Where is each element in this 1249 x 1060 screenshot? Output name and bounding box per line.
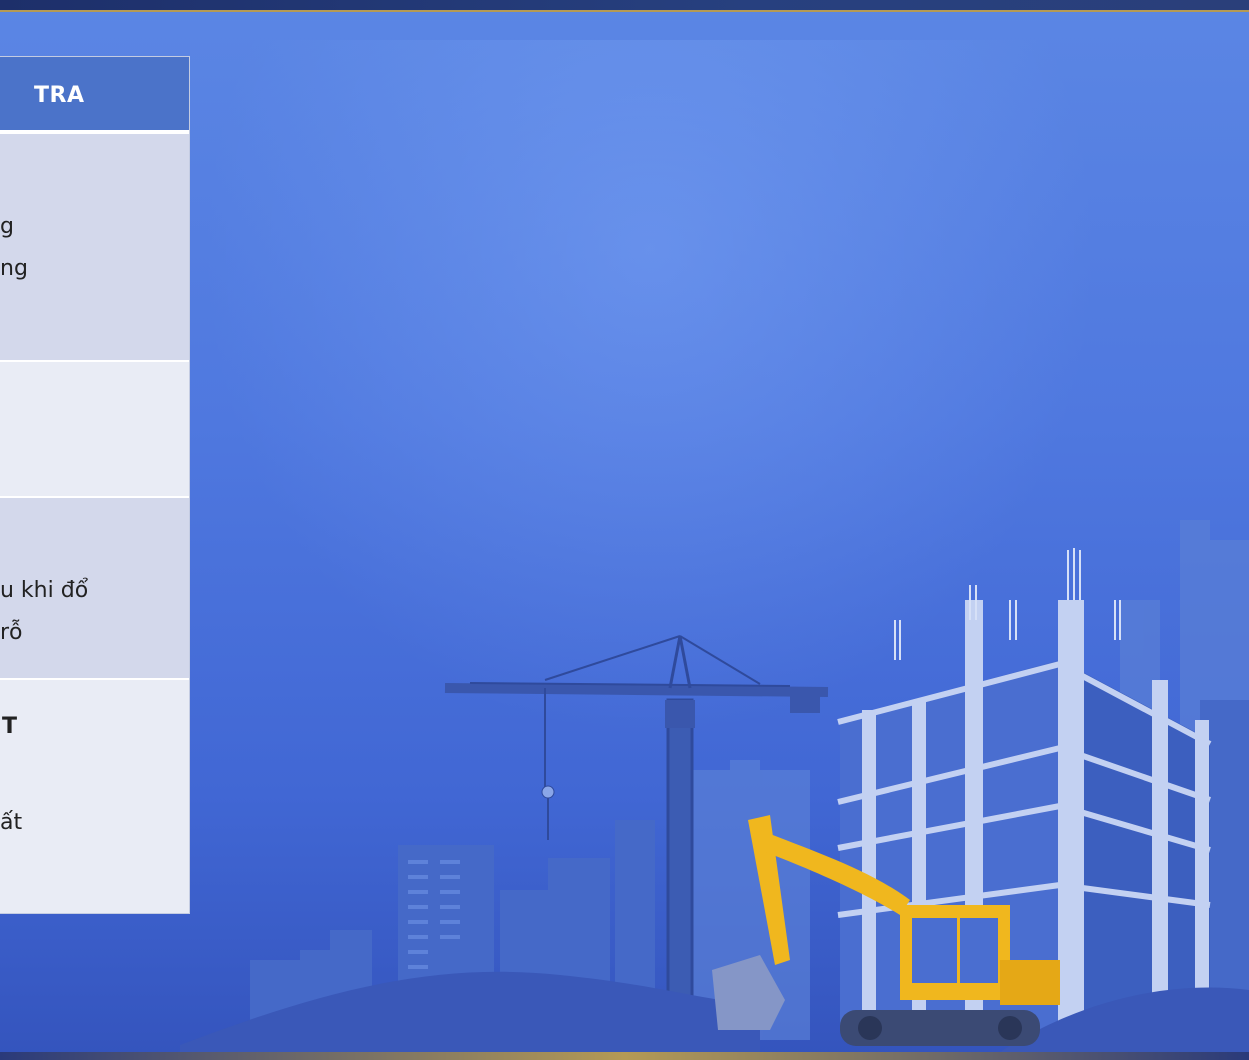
table-row: u khi đổ rỗ [0, 498, 189, 680]
inspection-table: TRA g ng u khi đổ rỗ T ất [0, 56, 190, 914]
table-header-label: TRA [34, 83, 85, 108]
row-text-line: rỗ [0, 620, 23, 645]
bottom-border-bar [0, 1052, 1249, 1060]
table-row [0, 362, 189, 498]
table-header: TRA [0, 57, 189, 134]
row-text-line: ng [0, 256, 28, 281]
row-text-line: T [2, 714, 18, 739]
row-text-line: g [0, 214, 14, 239]
table-row: g ng [0, 134, 189, 362]
table-row: T ất [0, 680, 189, 913]
row-text-line: ất [0, 810, 23, 835]
row-text-line: u khi đổ [0, 578, 89, 603]
